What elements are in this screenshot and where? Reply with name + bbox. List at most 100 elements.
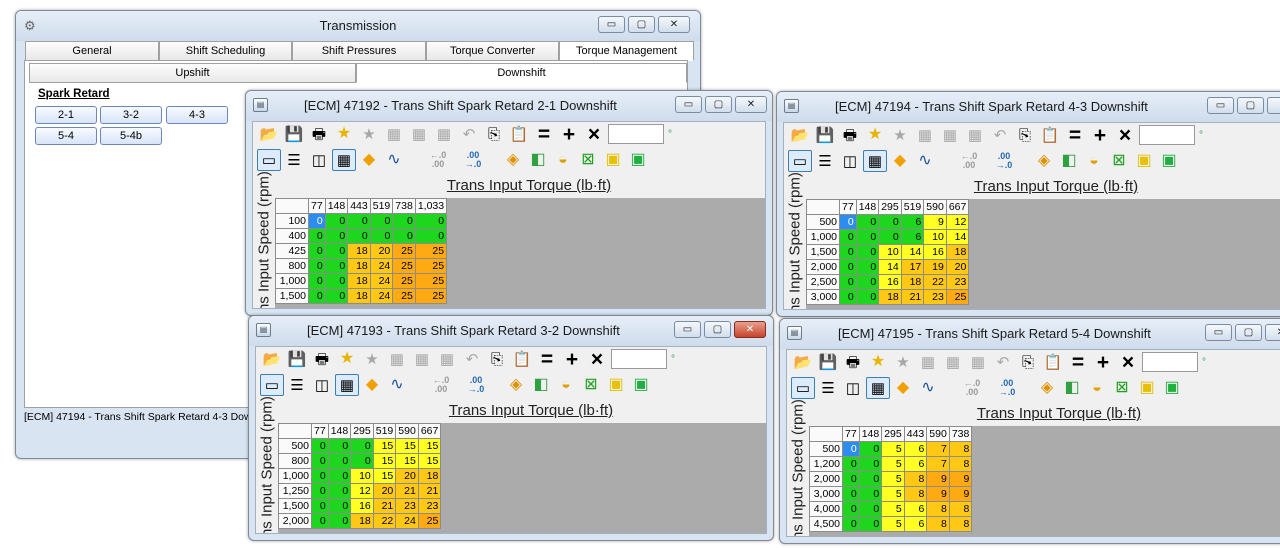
table-icon[interactable]: ▦ [916,351,940,373]
table-cell[interactable]: 17 [900,259,925,275]
row-header[interactable]: 1,500 [278,498,312,514]
surface-3d-icon[interactable]: ◆ [891,377,915,399]
row-header[interactable]: 1,000 [806,229,840,245]
color-fill-b-icon[interactable]: ◧ [1060,377,1084,399]
table-cell[interactable]: 0 [308,213,326,229]
print-icon[interactable]: 🖶 [838,124,862,146]
grid-view-icon[interactable]: ▦ [863,150,887,172]
value-input[interactable] [1142,352,1198,372]
button-3-2[interactable]: 3-2 [100,106,162,124]
split-horizontal-icon[interactable]: ☰ [285,374,309,396]
favorite-add-icon[interactable]: ★ [866,351,890,373]
table-cell[interactable]: 18 [900,274,925,290]
color-fill-a-icon[interactable]: ◈ [1035,377,1059,399]
color-fill-b-icon[interactable]: ◧ [526,149,550,171]
table-cell[interactable]: 14 [878,259,902,275]
column-header[interactable]: 443 [903,426,928,442]
table-cell[interactable]: 24 [369,273,394,289]
row-header[interactable]: 3,000 [809,486,843,502]
table-cell[interactable]: 18 [347,288,371,304]
tab-general[interactable]: General [25,41,159,61]
save-icon[interactable]: 💾 [282,123,306,145]
table-edit-icon[interactable]: ▦ [435,348,459,370]
column-header[interactable]: 590 [395,423,419,439]
table-cell[interactable]: 0 [858,486,883,502]
table-cell[interactable]: 25 [392,243,416,259]
row-header[interactable]: 4,000 [809,501,843,517]
calibration-table[interactable]: 77 148 295 519 590 667 500 0 0 0 15 15 15 800 0 0 0 15 15 1… [278,423,442,529]
column-header[interactable]: 148 [324,198,349,214]
tab-shift-pressures[interactable]: Shift Pressures [292,41,426,61]
paste-icon[interactable]: 📋 [510,348,534,370]
open-folder-icon[interactable]: 📂 [260,348,284,370]
table-cell[interactable]: 23 [945,274,970,290]
table-cell[interactable]: 0 [324,213,349,229]
table-cell[interactable]: 23 [417,498,442,514]
column-header[interactable]: 738 [392,198,416,214]
split-horizontal-icon[interactable]: ☰ [816,377,840,399]
table-cell[interactable]: 20 [945,259,970,275]
table-cell[interactable]: 15 [372,453,397,469]
table-cell[interactable]: 14 [900,244,925,260]
column-header[interactable]: 519 [900,199,925,215]
table-cell[interactable]: 22 [372,513,397,529]
table-titlebar[interactable]: ▤ [ECM] 47195 - Trans Shift Spark Retard … [780,319,1280,349]
table-cell[interactable]: 0 [369,213,394,229]
table-cell[interactable]: 0 [308,228,326,244]
decimal-increase-icon[interactable]: .00 →.0 [987,150,1021,172]
color-fill-d-icon[interactable]: ⊠ [579,374,603,396]
table-cell[interactable]: 12 [945,214,970,230]
table-cell[interactable]: 0 [350,453,374,469]
value-input[interactable] [1139,125,1195,145]
table-cell[interactable]: 5 [881,471,905,487]
row-header[interactable]: 4,500 [809,516,843,532]
table-cell[interactable]: 9 [926,471,950,487]
table-cell[interactable]: 21 [900,289,925,305]
color-fill-d-icon[interactable]: ⊠ [576,149,600,171]
row-header[interactable]: 425 [275,243,309,259]
table-cell[interactable]: 0 [878,214,902,230]
calibration-table[interactable]: 77 148 443 519 738 1,033 100 0 0 0 0 0 0 400 0 0 0 0 0 0 425… [275,198,448,304]
color-fill-b-icon[interactable]: ◧ [529,374,553,396]
table-cell[interactable]: 24 [369,288,394,304]
table-cell[interactable]: 15 [395,453,419,469]
undo-icon[interactable]: ↶ [988,124,1012,146]
color-fill-c-icon[interactable]: ◒ [1082,150,1106,172]
table-cell[interactable]: 8 [903,486,928,502]
column-header[interactable]: 295 [878,199,902,215]
minimize-button[interactable]: ▭ [1207,97,1234,114]
table-cell[interactable]: 8 [948,501,973,517]
table-cell[interactable]: 25 [945,289,970,305]
row-header[interactable]: 500 [278,438,312,454]
table-cell[interactable]: 10 [923,229,947,245]
row-header[interactable]: 100 [275,213,309,229]
table-cell[interactable]: 0 [350,438,374,454]
table-cell[interactable]: 6 [900,229,925,245]
decimal-increase-icon[interactable]: .00 →.0 [456,149,490,171]
favorite-icon[interactable]: ★ [888,124,912,146]
table-cell[interactable]: 16 [923,244,947,260]
column-header[interactable]: 667 [417,423,442,439]
open-folder-icon[interactable]: 📂 [791,351,815,373]
table-cell[interactable]: 18 [945,244,970,260]
column-header[interactable]: 148 [327,423,352,439]
table-icon[interactable]: ▦ [913,124,937,146]
row-header[interactable]: 2,000 [809,471,843,487]
line-graph-icon[interactable]: ∿ [913,150,937,172]
calibration-table[interactable]: 77 148 295 443 590 738 500 0 0 5 6 7 8 1,200 0 0 5 6 7 8 2,0… [809,426,973,532]
grid-view-icon[interactable]: ▦ [866,377,890,399]
table-cell[interactable]: 15 [417,438,442,454]
table-cell[interactable]: 6 [903,501,928,517]
table-cell[interactable]: 6 [903,456,928,472]
copy-icon[interactable]: ⎘ [1016,351,1040,373]
table-cell[interactable]: 22 [923,274,947,290]
row-header[interactable]: 800 [275,258,309,274]
table-cell[interactable]: 25 [417,513,442,529]
split-vertical-icon[interactable]: ◫ [841,377,865,399]
row-header[interactable]: 800 [278,453,312,469]
table-cell[interactable]: 0 [311,453,329,469]
plus-icon[interactable]: + [1091,351,1115,373]
column-header[interactable]: 148 [855,199,880,215]
equals-icon[interactable]: = [532,123,556,145]
table-cell[interactable]: 0 [414,228,448,244]
